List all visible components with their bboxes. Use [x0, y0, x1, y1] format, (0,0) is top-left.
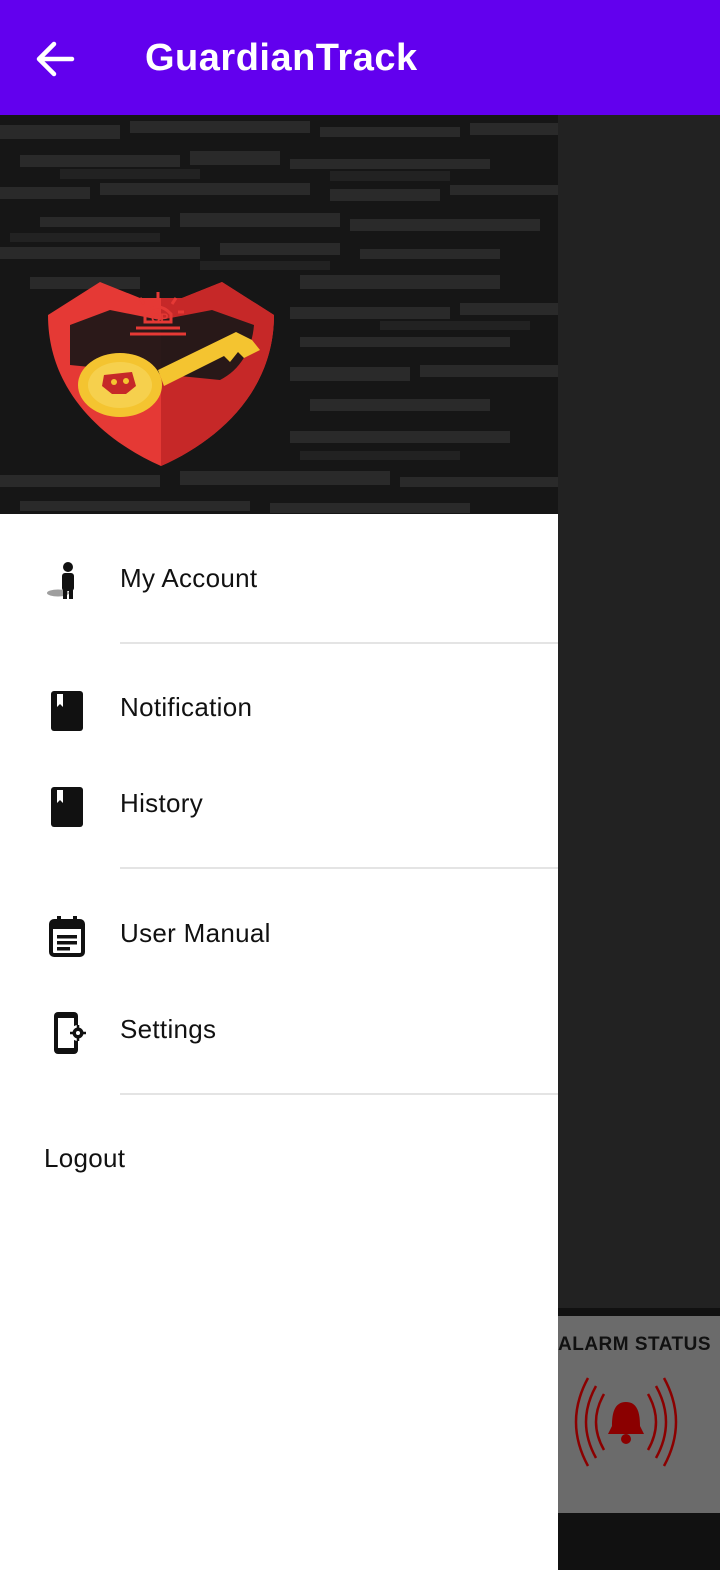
account-icon [47, 562, 74, 599]
menu-divider [120, 867, 558, 869]
app-title: GuardianTrack [145, 37, 418, 79]
menu-item-notification[interactable]: Notification [0, 668, 558, 748]
navigation-drawer: GP My Account Notification History User … [0, 115, 558, 1570]
alarm-status-title: ALARM STATUS [558, 1334, 712, 1355]
drawer-header: GP [0, 115, 558, 514]
menu-divider [120, 1093, 558, 1095]
menu-item-history[interactable]: History [0, 764, 558, 844]
menu-label: Notification [120, 692, 253, 722]
menu-divider [120, 642, 558, 644]
menu-label: History [120, 788, 203, 818]
alarm-status-card[interactable]: ALARM STATUS [558, 1308, 720, 1521]
svg-text:GP: GP [151, 311, 168, 325]
menu-item-user-manual[interactable]: User Manual [0, 894, 558, 974]
menu-label: My Account [120, 563, 258, 593]
app-bar: GuardianTrack [0, 0, 720, 115]
logout-button[interactable]: Logout [44, 1143, 125, 1174]
book-icon [51, 691, 83, 731]
device-settings-icon [54, 1012, 86, 1054]
book-icon [51, 787, 83, 827]
calendar-note-icon [49, 916, 85, 957]
arrow-back-icon [36, 41, 75, 77]
alarm-bell-icon [574, 1377, 678, 1467]
back-button[interactable] [32, 38, 78, 80]
menu-label: Settings [120, 1014, 217, 1044]
menu-item-settings[interactable]: Settings [0, 990, 558, 1070]
menu-label: User Manual [120, 918, 271, 948]
guardiantrack-logo: GP [48, 282, 274, 466]
menu-item-my-account[interactable]: My Account [0, 539, 558, 619]
bottom-strip [558, 1513, 720, 1570]
